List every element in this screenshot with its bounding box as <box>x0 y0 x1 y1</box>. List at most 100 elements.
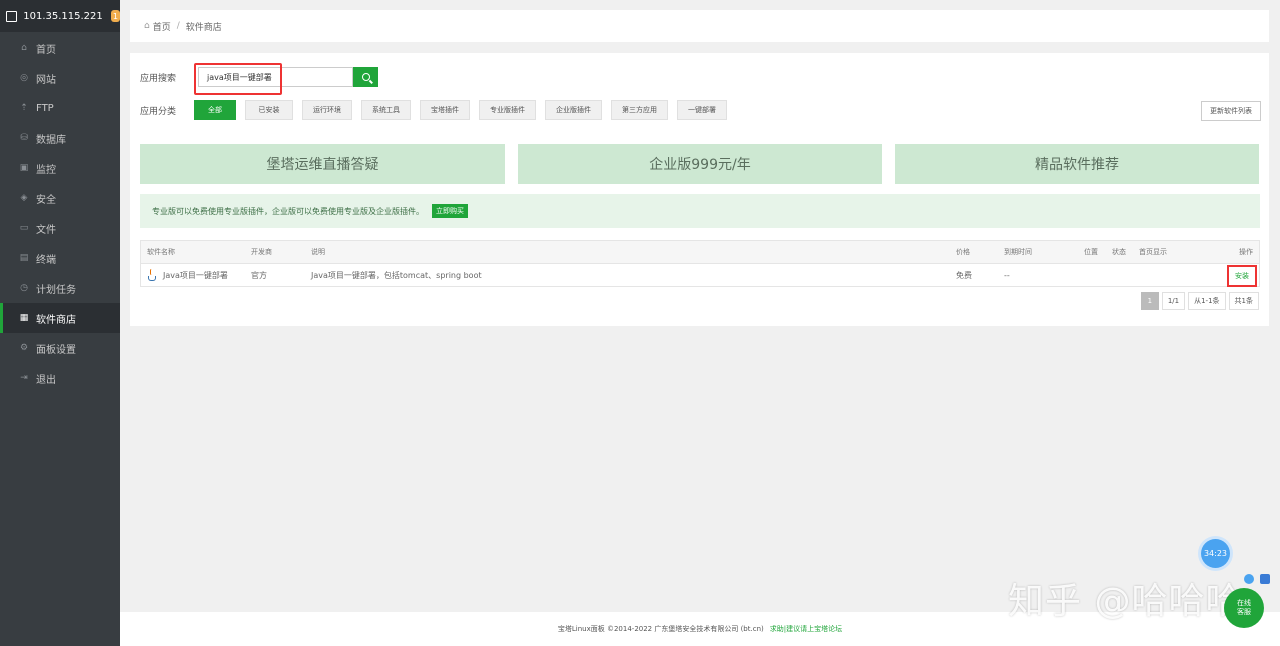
pagination: 1 1/1 从1-1条 共1条 <box>1138 292 1259 310</box>
category-row: 应用分类 全部 已安装 运行环境 系统工具 宝塔插件 专业版插件 企业版插件 第… <box>140 100 736 120</box>
sidebar-item-label: 首页 <box>36 44 56 56</box>
sidebar-item-label: FTP <box>36 102 54 114</box>
software-price: 免费 <box>956 270 972 280</box>
folder-icon: ▭ <box>19 223 29 233</box>
breadcrumb-separator: / <box>176 21 180 31</box>
page-total: 共1条 <box>1228 292 1259 310</box>
search-icon <box>361 73 370 81</box>
terminal-icon: ▤ <box>19 253 29 263</box>
category-label: 应用分类 <box>140 106 177 117</box>
col-description: 说明 <box>311 248 325 256</box>
col-developer: 开发商 <box>251 248 272 256</box>
sidebar-item-files[interactable]: ▭ 文件 <box>0 213 120 243</box>
home-icon: ⌂ <box>21 43 27 53</box>
category-system-tools[interactable]: 系统工具 <box>361 100 411 120</box>
software-table: 软件名称 开发商 说明 价格 到期时间 位置 状态 首页显示 操作 Java项目… <box>140 240 1260 287</box>
sidebar-item-label: 软件商店 <box>36 314 76 326</box>
forum-link[interactable]: 求助|建议请上宝塔论坛 <box>770 624 842 634</box>
col-action: 操作 <box>1239 248 1253 256</box>
database-icon: ⛁ <box>20 133 28 143</box>
col-home-display: 首页显示 <box>1139 248 1167 256</box>
sidebar-item-software-store[interactable]: ▦ 软件商店 <box>0 303 120 333</box>
col-price: 价格 <box>956 248 970 256</box>
notification-badge[interactable]: 1 <box>110 10 120 22</box>
software-developer: 官方 <box>251 270 267 280</box>
sidebar-item-label: 文件 <box>36 224 56 236</box>
category-one-click-deploy[interactable]: 一键部署 <box>677 100 727 120</box>
sidebar-item-logout[interactable]: ⇥ 退出 <box>0 363 120 393</box>
install-button[interactable]: 安装 <box>1227 265 1257 287</box>
window-icon[interactable] <box>1260 574 1270 584</box>
sidebar-item-security[interactable]: ◈ 安全 <box>0 183 120 213</box>
sidebar-item-label: 数据库 <box>36 134 66 146</box>
sidebar: 101.35.115.221 1 ⌂ 首页 ◎ 网站 ⇡ FTP ⛁ 数据库 ▣ 监控 ◈… <box>0 0 120 646</box>
breadcrumb: ⌂ 首页 / 软件商店 <box>130 10 1269 42</box>
server-header[interactable]: 101.35.115.221 1 <box>0 0 120 32</box>
search-label: 应用搜索 <box>140 73 177 84</box>
page-count: 1/1 <box>1161 292 1186 310</box>
clock-icon: ◷ <box>20 283 28 293</box>
banner-recommended[interactable]: 精品软件推荐 <box>895 144 1259 184</box>
search-input[interactable]: java项目一键部署 <box>194 63 353 95</box>
sidebar-item-ftp[interactable]: ⇡ FTP <box>0 93 120 123</box>
sidebar-item-label: 面板设置 <box>36 344 76 356</box>
banner-live-qa[interactable]: 堡塔运维直播答疑 <box>140 144 505 184</box>
category-pro-plugins[interactable]: 专业版插件 <box>479 100 536 120</box>
globe-icon: ◎ <box>20 73 28 83</box>
sidebar-item-website[interactable]: ◎ 网站 <box>0 63 120 93</box>
server-icon <box>6 10 18 22</box>
logout-icon: ⇥ <box>20 373 28 383</box>
sidebar-item-label: 网站 <box>36 74 56 86</box>
page-range: 从1-1条 <box>1188 292 1226 310</box>
category-runtime[interactable]: 运行环境 <box>302 100 352 120</box>
sidebar-item-home[interactable]: ⌂ 首页 <box>0 33 120 63</box>
col-position: 位置 <box>1084 248 1098 256</box>
search-row: 应用搜索 java项目一键部署 <box>140 63 378 95</box>
footer-copyright: 宝塔Linux面板 ©2014-2022 广东堡塔安全技术有限公司 (bt.cn… <box>557 625 764 633</box>
col-status: 状态 <box>1112 248 1126 256</box>
search-button[interactable] <box>353 67 378 87</box>
server-ip: 101.35.115.221 <box>23 10 103 22</box>
software-name[interactable]: Java项目一键部署 <box>163 270 228 281</box>
sidebar-item-settings[interactable]: ⚙ 面板设置 <box>0 333 120 363</box>
col-expire: 到期时间 <box>1004 248 1032 256</box>
software-store-panel: 应用搜索 java项目一键部署 应用分类 全部 已安装 运行环境 系统工具 宝塔… <box>130 53 1269 326</box>
category-installed[interactable]: 已安装 <box>245 100 293 120</box>
monitor-icon: ▣ <box>19 163 29 173</box>
page-current[interactable]: 1 <box>1140 292 1159 310</box>
timer-bubble[interactable]: 34:23 <box>1201 539 1230 568</box>
sidebar-nav: ⌂ 首页 ◎ 网站 ⇡ FTP ⛁ 数据库 ▣ 监控 ◈ 安全 ▭ 文件 ▤ 终端 ◷ 计划任务 … <box>0 33 120 393</box>
category-enterprise-plugins[interactable]: 企业版插件 <box>545 100 602 120</box>
category-all[interactable]: 全部 <box>194 100 236 120</box>
watermark: 知乎 @哈哈哈 <box>1008 581 1243 622</box>
sidebar-item-cron[interactable]: ◷ 计划任务 <box>0 273 120 303</box>
ftp-icon: ⇡ <box>20 103 28 113</box>
table-header: 软件名称 开发商 说明 价格 到期时间 位置 状态 首页显示 操作 <box>141 241 1259 263</box>
sidebar-item-label: 退出 <box>36 374 56 386</box>
gear-icon: ⚙ <box>19 343 29 353</box>
category-third-party[interactable]: 第三方应用 <box>611 100 668 120</box>
sidebar-item-label: 计划任务 <box>36 284 76 296</box>
sidebar-item-label: 安全 <box>36 194 56 206</box>
home-icon: ⌂ <box>144 21 150 31</box>
online-support-button[interactable]: 在线 客服 <box>1224 588 1264 628</box>
sidebar-item-database[interactable]: ⛁ 数据库 <box>0 123 120 153</box>
notice-text: 专业版可以免费使用专业版插件，企业版可以免费使用专业版及企业版插件。 <box>152 206 424 216</box>
table-row: Java项目一键部署 官方 Java项目一键部署，包括tomcat、spring… <box>141 263 1259 287</box>
update-software-list-button[interactable]: 更新软件列表 <box>1201 101 1261 121</box>
search-input-value: java项目一键部署 <box>207 72 272 82</box>
apps-icon: ▦ <box>19 313 29 323</box>
category-bt-plugins[interactable]: 宝塔插件 <box>420 100 470 120</box>
sidebar-item-monitor[interactable]: ▣ 监控 <box>0 153 120 183</box>
sidebar-item-terminal[interactable]: ▤ 终端 <box>0 243 120 273</box>
shield-icon: ◈ <box>20 193 28 203</box>
buy-now-button[interactable]: 立即购买 <box>432 204 468 218</box>
chat-icon[interactable] <box>1244 574 1254 584</box>
pro-notice: 专业版可以免费使用专业版插件，企业版可以免费使用专业版及企业版插件。 立即购买 <box>140 194 1260 228</box>
software-description: Java项目一键部署，包括tomcat、spring boot <box>311 270 482 280</box>
col-name: 软件名称 <box>147 248 175 256</box>
promo-banners: 堡塔运维直播答疑 企业版999元/年 精品软件推荐 <box>140 144 1259 184</box>
breadcrumb-home-link[interactable]: 首页 <box>153 20 171 33</box>
software-expire: -- <box>1004 270 1010 280</box>
banner-enterprise[interactable]: 企业版999元/年 <box>518 144 882 184</box>
